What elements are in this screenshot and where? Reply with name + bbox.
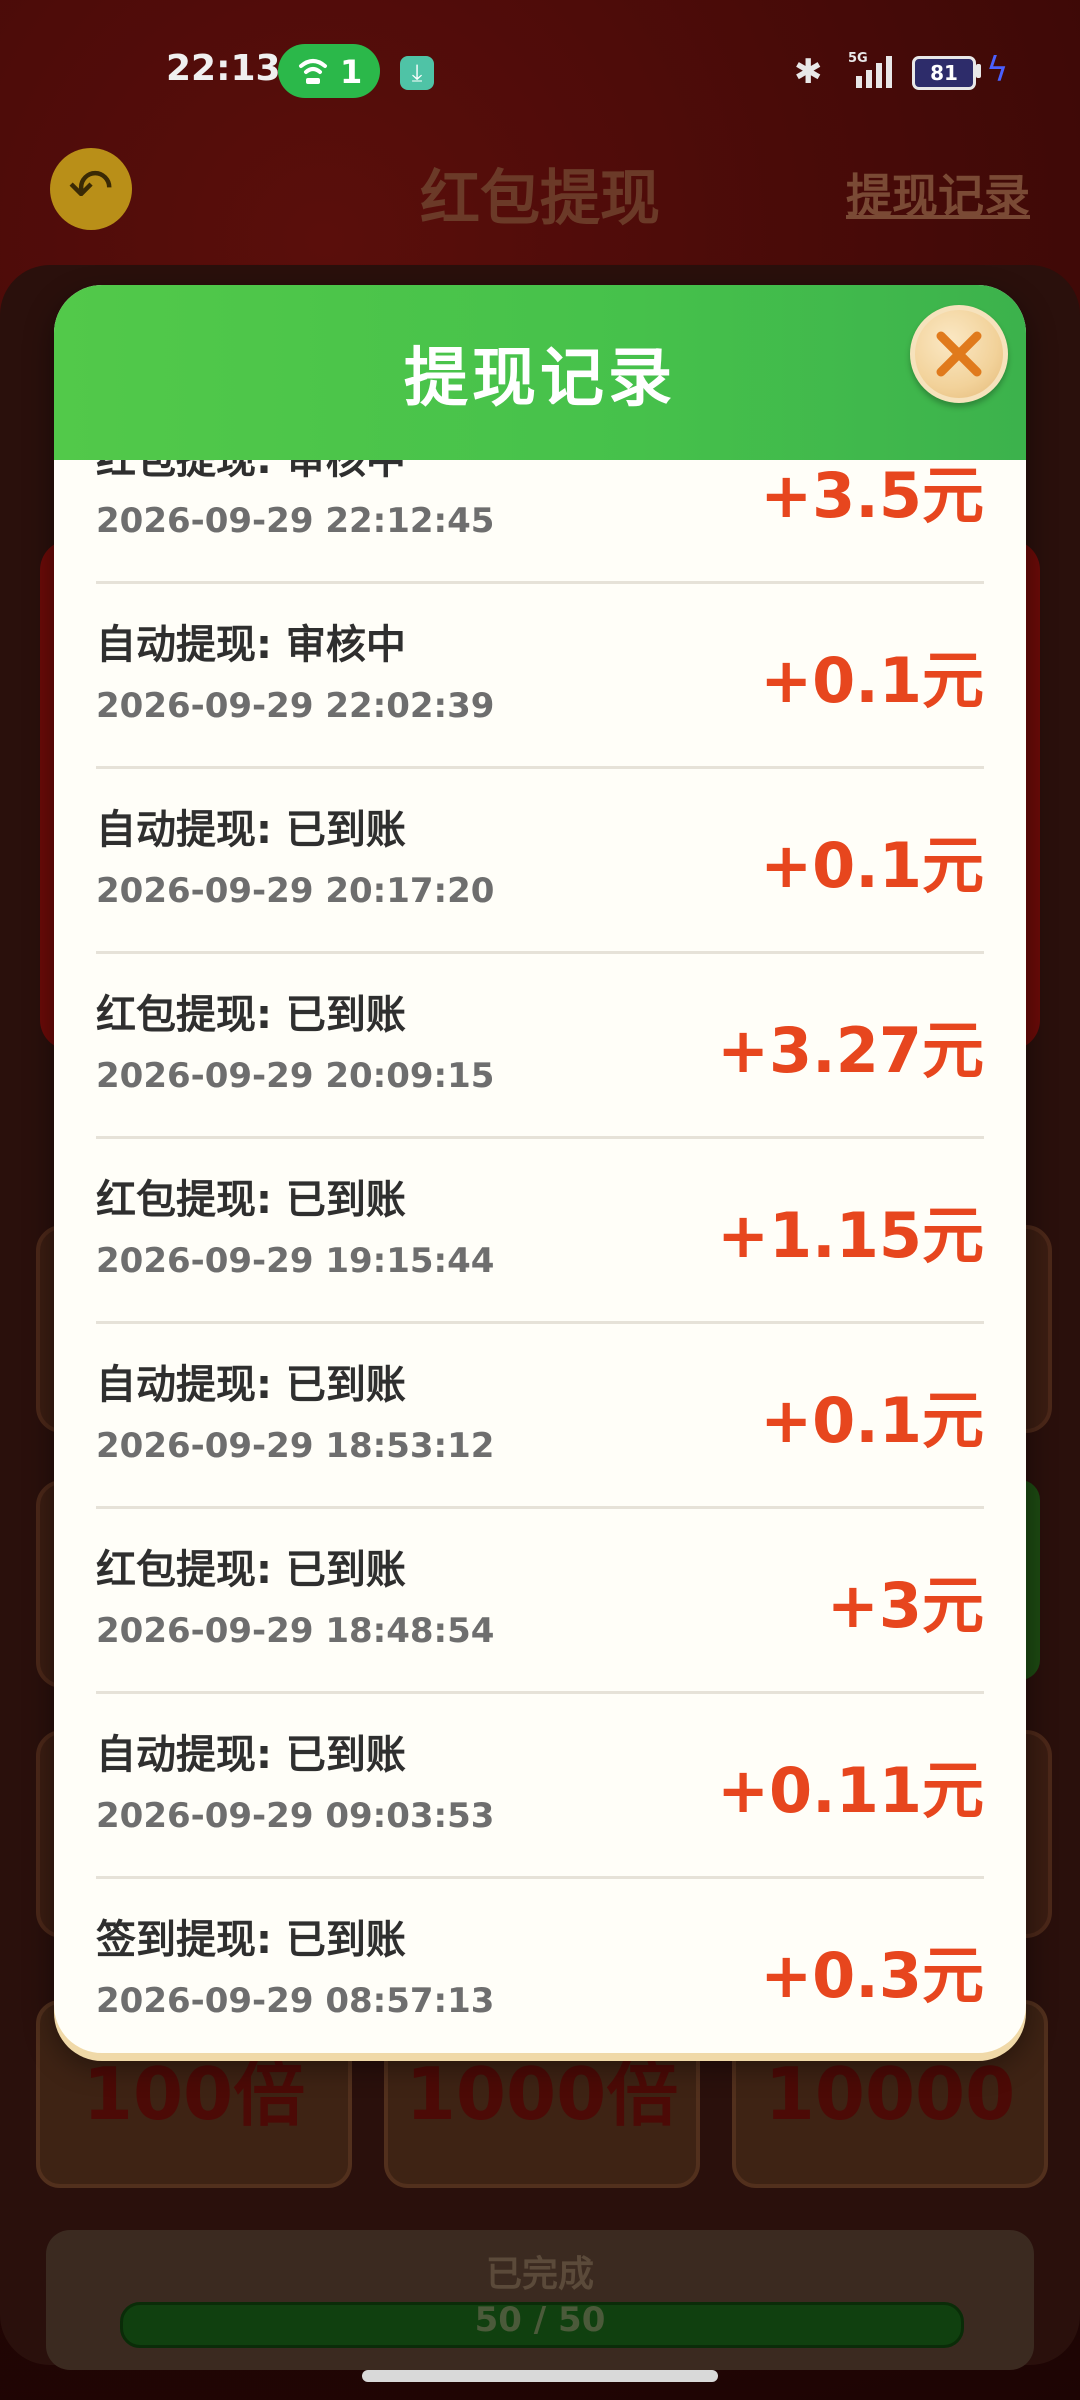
signal-icon: 5G xyxy=(848,51,892,88)
record-amount: +3元 xyxy=(826,1569,984,1642)
record-title: 自动提现: 已到账 xyxy=(96,1732,406,1778)
hotspot-count: 1 xyxy=(340,53,363,91)
record-title: 红包提现: 已到账 xyxy=(96,1547,406,1593)
record-time: 2026-09-29 19:15:44 xyxy=(96,1241,495,1281)
close-button[interactable] xyxy=(910,305,1008,403)
record-amount: +3.5元 xyxy=(760,460,984,532)
record-time: 2026-09-29 22:12:45 xyxy=(96,501,495,541)
record-amount: +0.11元 xyxy=(717,1754,984,1827)
dialog-header: 提现记录 xyxy=(54,285,1026,460)
record-amount: +0.3元 xyxy=(760,1939,984,2012)
record-row: 签到提现: 已到账 2026-09-29 08:57:13 +0.3元 xyxy=(96,1877,984,2020)
record-row: 红包提现: 已到账 2026-09-29 18:48:54 +3元 xyxy=(96,1507,984,1694)
record-title: 自动提现: 已到账 xyxy=(96,807,406,853)
record-title: 红包提现: 审核中 xyxy=(96,460,406,483)
record-row: 红包提现: 审核中 2026-09-29 22:12:45 +3.5元 xyxy=(96,460,984,584)
progress-text: 50 / 50 xyxy=(474,2300,606,2340)
dialog-title: 提现记录 xyxy=(404,342,676,416)
status-time: 22:13 xyxy=(166,48,281,89)
hotspot-pill: 1 xyxy=(278,44,380,98)
record-amount: +3.27元 xyxy=(717,1014,984,1087)
record-time: 2026-09-29 18:48:54 xyxy=(96,1611,495,1651)
charging-bolt-icon: ϟ xyxy=(986,50,1009,90)
bluetooth-icon: ✱ xyxy=(794,52,823,92)
hotspot-icon xyxy=(299,59,327,84)
record-row: 红包提现: 已到账 2026-09-29 19:15:44 +1.15元 xyxy=(96,1137,984,1324)
close-icon xyxy=(936,331,982,377)
record-title: 自动提现: 审核中 xyxy=(96,622,406,668)
record-row: 自动提现: 已到账 2026-09-29 18:53:12 +0.1元 xyxy=(96,1322,984,1509)
battery-cap xyxy=(976,64,981,78)
record-row: 自动提现: 已到账 2026-09-29 09:03:53 +0.11元 xyxy=(96,1692,984,1879)
status-bar: 22:13 1 ⤓ ✱ 5G 81 ϟ xyxy=(0,0,1080,130)
record-row: 自动提现: 审核中 2026-09-29 22:02:39 +0.1元 xyxy=(96,582,984,769)
battery-level: 81 xyxy=(912,56,976,90)
record-row: 自动提现: 已到账 2026-09-29 20:17:20 +0.1元 xyxy=(96,767,984,954)
gesture-bar[interactable] xyxy=(362,2370,718,2382)
record-list[interactable]: 红包提现: 审核中 2026-09-29 22:12:45 +3.5元自动提现: 审… xyxy=(96,460,984,2020)
record-amount: +0.1元 xyxy=(760,1384,984,1457)
record-amount: +1.15元 xyxy=(717,1199,984,1272)
record-title: 自动提现: 已到账 xyxy=(96,1362,406,1408)
record-time: 2026-09-29 08:57:13 xyxy=(96,1981,495,2020)
svg-text:5G: 5G xyxy=(848,51,868,66)
record-amount: +0.1元 xyxy=(760,829,984,902)
record-time: 2026-09-29 20:17:20 xyxy=(96,871,495,911)
record-time: 2026-09-29 18:53:12 xyxy=(96,1426,495,1466)
record-time: 2026-09-29 20:09:15 xyxy=(96,1056,495,1096)
record-title: 红包提现: 已到账 xyxy=(96,1177,406,1223)
download-icon: ⤓ xyxy=(400,56,434,90)
withdraw-record-link[interactable]: 提现记录 xyxy=(846,160,1030,226)
record-time: 2026-09-29 22:02:39 xyxy=(96,686,495,726)
record-amount: +0.1元 xyxy=(760,644,984,717)
record-title: 红包提现: 已到账 xyxy=(96,992,406,1038)
done-label: 已完成 xyxy=(485,2254,594,2295)
record-time: 2026-09-29 09:03:53 xyxy=(96,1796,495,1836)
record-row: 红包提现: 已到账 2026-09-29 20:09:15 +3.27元 xyxy=(96,952,984,1139)
record-title: 签到提现: 已到账 xyxy=(96,1917,406,1963)
withdraw-record-dialog: 提现记录 红包提现: 审核中 2026-09-29 22:12:45 +3.5元自动… xyxy=(54,285,1026,2053)
